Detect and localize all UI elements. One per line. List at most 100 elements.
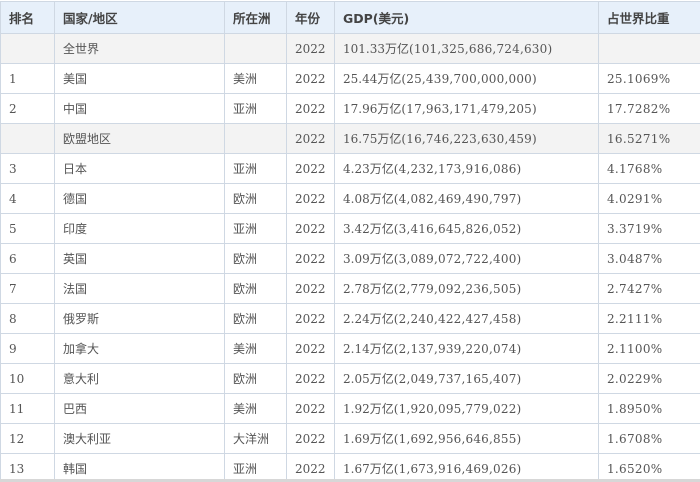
share-cell: 2.2111%: [598, 303, 700, 334]
gdp-cell: 4.23万亿(4,232,173,916,086): [334, 153, 599, 184]
year-cell: 2022: [286, 63, 335, 94]
continent-cell: 欧洲: [224, 273, 287, 304]
gdp-full-value: (17,963,171,479,205): [401, 102, 537, 116]
rank-cell: 7: [0, 273, 55, 304]
rank-cell: [0, 33, 55, 64]
continent-cell: 欧洲: [224, 363, 287, 394]
share-cell: 4.0291%: [598, 183, 700, 214]
gdp-full-value: (16,746,223,630,459): [401, 132, 537, 146]
gdp-cell: 1.92万亿(1,920,095,779,022): [334, 393, 599, 424]
header-gdp[interactable]: GDP(美元): [334, 1, 599, 34]
gdp-cell: 101.33万亿(101,325,686,724,630): [334, 33, 599, 64]
gdp-cell: 3.09万亿(3,089,072,722,400): [334, 243, 599, 274]
gdp-short-value: 3.42万亿: [343, 222, 394, 236]
country-cell: 巴西: [54, 393, 225, 424]
header-country[interactable]: 国家/地区: [54, 1, 225, 34]
gdp-short-value: 25.44万亿: [343, 72, 402, 86]
gdp-full-value: (2,240,422,427,458): [393, 312, 522, 326]
country-cell: 印度: [54, 213, 225, 244]
year-cell: 2022: [286, 123, 335, 154]
gdp-short-value: 4.08万亿: [343, 192, 394, 206]
year-cell: 2022: [286, 213, 335, 244]
gdp-full-value: (1,920,095,779,022): [393, 402, 522, 416]
gdp-short-value: 2.78万亿: [343, 282, 394, 296]
gdp-short-value: 1.69万亿: [343, 432, 394, 446]
continent-cell: 欧洲: [224, 243, 287, 274]
table-row: 13 韩国 亚洲 2022 1.67万亿(1,673,916,469,026) 1.652…: [0, 453, 700, 482]
gdp-short-value: 101.33万亿: [343, 42, 409, 56]
country-cell: 全世界: [54, 33, 225, 64]
gdp-short-value: 2.14万亿: [343, 342, 394, 356]
header-continent[interactable]: 所在洲: [224, 1, 287, 34]
header-year[interactable]: 年份: [286, 1, 335, 34]
rank-cell: 4: [0, 183, 55, 214]
continent-cell: 亚洲: [224, 93, 287, 124]
gdp-full-value: (101,325,686,724,630): [409, 42, 553, 56]
gdp-cell: 25.44万亿(25,439,700,000,000): [334, 63, 599, 94]
continent-cell: 亚洲: [224, 213, 287, 244]
country-cell: 韩国: [54, 453, 225, 482]
country-cell: 法国: [54, 273, 225, 304]
gdp-full-value: (3,089,072,722,400): [393, 252, 522, 266]
share-cell: 3.3719%: [598, 213, 700, 244]
table-row: 8 俄罗斯 欧洲 2022 2.24万亿(2,240,422,427,458) 2.211…: [0, 303, 700, 334]
year-cell: 2022: [286, 333, 335, 364]
continent-cell: 亚洲: [224, 453, 287, 482]
rank-cell: 12: [0, 423, 55, 454]
gdp-full-value: (4,232,173,916,086): [393, 162, 522, 176]
gdp-short-value: 16.75万亿: [343, 132, 402, 146]
continent-cell: 美洲: [224, 393, 287, 424]
year-cell: 2022: [286, 363, 335, 394]
country-cell: 日本: [54, 153, 225, 184]
gdp-short-value: 4.23万亿: [343, 162, 394, 176]
table-row: 2 中国 亚洲 2022 17.96万亿(17,963,171,479,205) 17.7…: [0, 93, 700, 124]
gdp-full-value: (2,049,737,165,407): [393, 372, 522, 386]
rank-cell: [0, 123, 55, 154]
continent-cell: 亚洲: [224, 153, 287, 184]
table-row: 12 澳大利亚 大洋洲 2022 1.69万亿(1,692,956,646,855) 1.…: [0, 423, 700, 454]
header-row: 排名 国家/地区 所在洲 年份 GDP(美元) 占世界比重: [0, 1, 700, 34]
year-cell: 2022: [286, 393, 335, 424]
rank-cell: 1: [0, 63, 55, 94]
gdp-cell: 2.05万亿(2,049,737,165,407): [334, 363, 599, 394]
header-rank[interactable]: 排名: [0, 1, 55, 34]
gdp-cell: 1.69万亿(1,692,956,646,855): [334, 423, 599, 454]
continent-cell: [224, 123, 287, 154]
year-cell: 2022: [286, 423, 335, 454]
rank-cell: 5: [0, 213, 55, 244]
gdp-short-value: 2.24万亿: [343, 312, 394, 326]
table-row: 6 英国 欧洲 2022 3.09万亿(3,089,072,722,400) 3.0487…: [0, 243, 700, 274]
country-cell: 中国: [54, 93, 225, 124]
share-cell: 16.5271%: [598, 123, 700, 154]
year-cell: 2022: [286, 33, 335, 64]
gdp-table: 排名 国家/地区 所在洲 年份 GDP(美元) 占世界比重 全世界 2022 101…: [0, 1, 700, 482]
country-cell: 澳大利亚: [54, 423, 225, 454]
gdp-full-value: (3,416,645,826,052): [393, 222, 522, 236]
table-header: 排名 国家/地区 所在洲 年份 GDP(美元) 占世界比重: [0, 1, 700, 34]
share-cell: 3.0487%: [598, 243, 700, 274]
gdp-cell: 17.96万亿(17,963,171,479,205): [334, 93, 599, 124]
table-row-aggregate: 欧盟地区 2022 16.75万亿(16,746,223,630,459) 16.52…: [0, 123, 700, 154]
country-cell: 加拿大: [54, 333, 225, 364]
table-row: 7 法国 欧洲 2022 2.78万亿(2,779,092,236,505) 2.7427…: [0, 273, 700, 304]
header-share[interactable]: 占世界比重: [598, 1, 700, 34]
continent-cell: 欧洲: [224, 183, 287, 214]
gdp-cell: 1.67万亿(1,673,916,469,026): [334, 453, 599, 482]
share-cell: 1.6520%: [598, 453, 700, 482]
gdp-ranking-page: 排名 国家/地区 所在洲 年份 GDP(美元) 占世界比重 全世界 2022 101…: [0, 0, 700, 482]
gdp-full-value: (4,082,469,490,797): [393, 192, 522, 206]
table-row: 1 美国 美洲 2022 25.44万亿(25,439,700,000,000) 25.1…: [0, 63, 700, 94]
share-cell: 2.7427%: [598, 273, 700, 304]
gdp-short-value: 17.96万亿: [343, 102, 402, 116]
continent-cell: 美洲: [224, 63, 287, 94]
gdp-full-value: (2,779,092,236,505): [393, 282, 522, 296]
year-cell: 2022: [286, 153, 335, 184]
rank-cell: 13: [0, 453, 55, 482]
gdp-full-value: (25,439,700,000,000): [401, 72, 537, 86]
year-cell: 2022: [286, 453, 335, 482]
rank-cell: 10: [0, 363, 55, 394]
rank-cell: 9: [0, 333, 55, 364]
gdp-cell: 16.75万亿(16,746,223,630,459): [334, 123, 599, 154]
gdp-cell: 2.24万亿(2,240,422,427,458): [334, 303, 599, 334]
rank-cell: 3: [0, 153, 55, 184]
